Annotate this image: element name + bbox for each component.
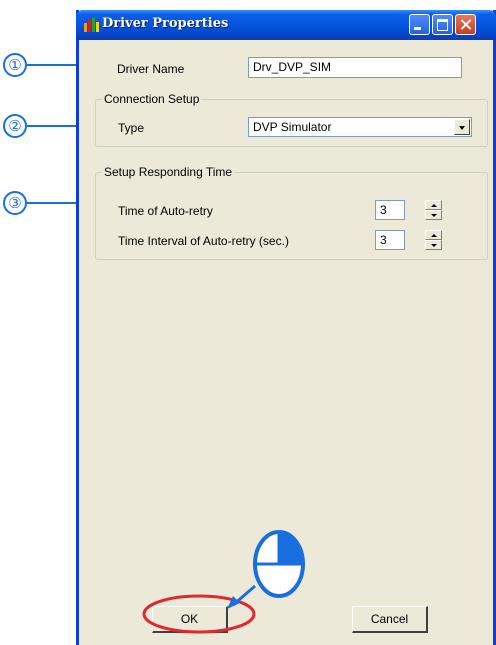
spin-down-icon[interactable]: [425, 240, 442, 250]
chevron-down-icon[interactable]: [454, 119, 470, 135]
type-label: Type: [118, 121, 145, 135]
driver-app-icon: [84, 18, 99, 32]
page: ① ② ③ Driver Properties Driver Name Drv_…: [0, 0, 496, 645]
responding-time-group: Setup Responding Time Time of Auto-retry…: [95, 165, 488, 260]
retry-interval-spinner[interactable]: [425, 230, 442, 250]
responding-time-title: Setup Responding Time: [102, 165, 235, 179]
cancel-button[interactable]: Cancel: [352, 606, 428, 633]
window-title: Driver Properties: [102, 16, 229, 31]
annotation-arrow-1: [27, 64, 79, 66]
type-dropdown[interactable]: DVP Simulator: [248, 117, 472, 137]
annotation-marker-2: ②: [3, 114, 27, 138]
mouse-click-icon: [227, 530, 305, 609]
connection-setup-group: Connection Setup Type DVP Simulator: [95, 92, 488, 147]
annotation-marker-1: ①: [3, 53, 27, 77]
type-dropdown-value: DVP Simulator: [253, 120, 332, 134]
spin-up-icon[interactable]: [425, 230, 442, 240]
maximize-button[interactable]: [432, 14, 453, 35]
spin-down-icon[interactable]: [425, 210, 442, 220]
auto-retry-label: Time of Auto-retry: [118, 204, 213, 218]
auto-retry-spinner[interactable]: [425, 200, 442, 220]
connection-setup-title: Connection Setup: [102, 92, 202, 106]
retry-interval-label: Time Interval of Auto-retry (sec.): [118, 234, 289, 248]
spin-up-icon[interactable]: [425, 200, 442, 210]
minimize-button[interactable]: [409, 14, 430, 35]
close-button[interactable]: [455, 14, 476, 35]
annotation-marker-3: ③: [3, 191, 27, 215]
auto-retry-input[interactable]: 3: [375, 200, 405, 220]
retry-interval-input[interactable]: 3: [375, 230, 405, 250]
annotation-arrow-2: [27, 125, 81, 127]
driver-name-input[interactable]: Drv_DVP_SIM: [248, 57, 462, 78]
title-bar[interactable]: Driver Properties: [76, 10, 496, 40]
driver-name-label: Driver Name: [117, 62, 185, 76]
